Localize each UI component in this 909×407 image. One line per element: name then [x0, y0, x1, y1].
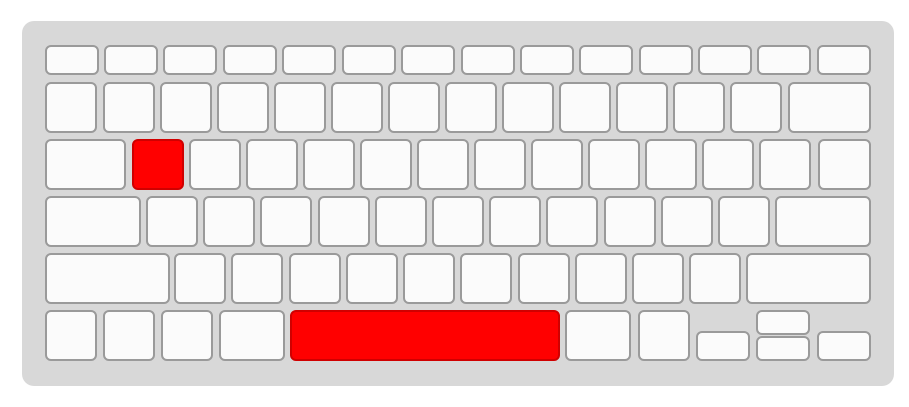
key[interactable] — [759, 139, 811, 190]
key[interactable] — [217, 82, 269, 133]
key[interactable] — [289, 253, 341, 304]
key[interactable] — [45, 196, 141, 247]
key[interactable] — [342, 45, 396, 75]
key[interactable] — [632, 253, 684, 304]
key[interactable] — [45, 253, 170, 304]
key[interactable] — [559, 82, 611, 133]
key[interactable] — [460, 253, 512, 304]
key[interactable] — [223, 45, 277, 75]
key[interactable] — [461, 45, 515, 75]
key[interactable] — [638, 310, 690, 361]
key[interactable] — [103, 82, 155, 133]
key[interactable] — [432, 196, 484, 247]
key[interactable] — [579, 45, 633, 75]
arrow-left-key[interactable] — [696, 331, 750, 361]
key[interactable] — [346, 253, 398, 304]
key[interactable] — [104, 45, 158, 75]
key[interactable] — [746, 253, 871, 304]
key[interactable] — [730, 82, 782, 133]
key[interactable] — [531, 139, 583, 190]
key[interactable] — [146, 196, 198, 247]
key[interactable] — [698, 45, 752, 75]
key[interactable] — [401, 45, 455, 75]
key[interactable] — [673, 82, 725, 133]
key[interactable] — [231, 253, 283, 304]
key[interactable] — [403, 253, 455, 304]
key[interactable] — [604, 196, 656, 247]
key[interactable] — [45, 45, 99, 75]
space-bar[interactable] — [290, 310, 560, 361]
key[interactable] — [260, 196, 312, 247]
key[interactable] — [445, 82, 497, 133]
key[interactable] — [45, 310, 97, 361]
key[interactable] — [502, 82, 554, 133]
key[interactable] — [639, 45, 693, 75]
arrow-right-key[interactable] — [817, 331, 871, 361]
key[interactable] — [45, 82, 97, 133]
key[interactable] — [518, 253, 570, 304]
key[interactable] — [520, 45, 574, 75]
key[interactable] — [757, 45, 811, 75]
key[interactable] — [160, 82, 212, 133]
key[interactable] — [818, 139, 871, 190]
key[interactable] — [163, 45, 217, 75]
key[interactable] — [246, 139, 298, 190]
key[interactable] — [274, 82, 326, 133]
key[interactable] — [174, 253, 226, 304]
key[interactable] — [546, 196, 598, 247]
key[interactable] — [360, 139, 412, 190]
highlighted-key[interactable] — [132, 139, 184, 190]
key[interactable] — [718, 196, 770, 247]
key[interactable] — [219, 310, 285, 361]
key[interactable] — [161, 310, 213, 361]
key[interactable] — [375, 196, 427, 247]
key[interactable] — [788, 82, 871, 133]
key[interactable] — [489, 196, 541, 247]
arrow-down-key[interactable] — [756, 336, 810, 361]
keyboard — [22, 21, 894, 386]
key[interactable] — [303, 139, 355, 190]
key[interactable] — [189, 139, 241, 190]
key[interactable] — [474, 139, 526, 190]
arrow-up-key[interactable] — [756, 310, 810, 335]
key[interactable] — [702, 139, 754, 190]
key[interactable] — [661, 196, 713, 247]
key[interactable] — [817, 45, 871, 75]
key[interactable] — [388, 82, 440, 133]
key[interactable] — [282, 45, 336, 75]
key[interactable] — [103, 310, 155, 361]
key[interactable] — [689, 253, 741, 304]
key[interactable] — [331, 82, 383, 133]
key[interactable] — [45, 139, 126, 190]
key[interactable] — [575, 253, 627, 304]
key[interactable] — [616, 82, 668, 133]
key[interactable] — [417, 139, 469, 190]
key[interactable] — [775, 196, 871, 247]
key[interactable] — [588, 139, 640, 190]
key[interactable] — [203, 196, 255, 247]
key[interactable] — [318, 196, 370, 247]
key[interactable] — [645, 139, 697, 190]
key[interactable] — [565, 310, 631, 361]
